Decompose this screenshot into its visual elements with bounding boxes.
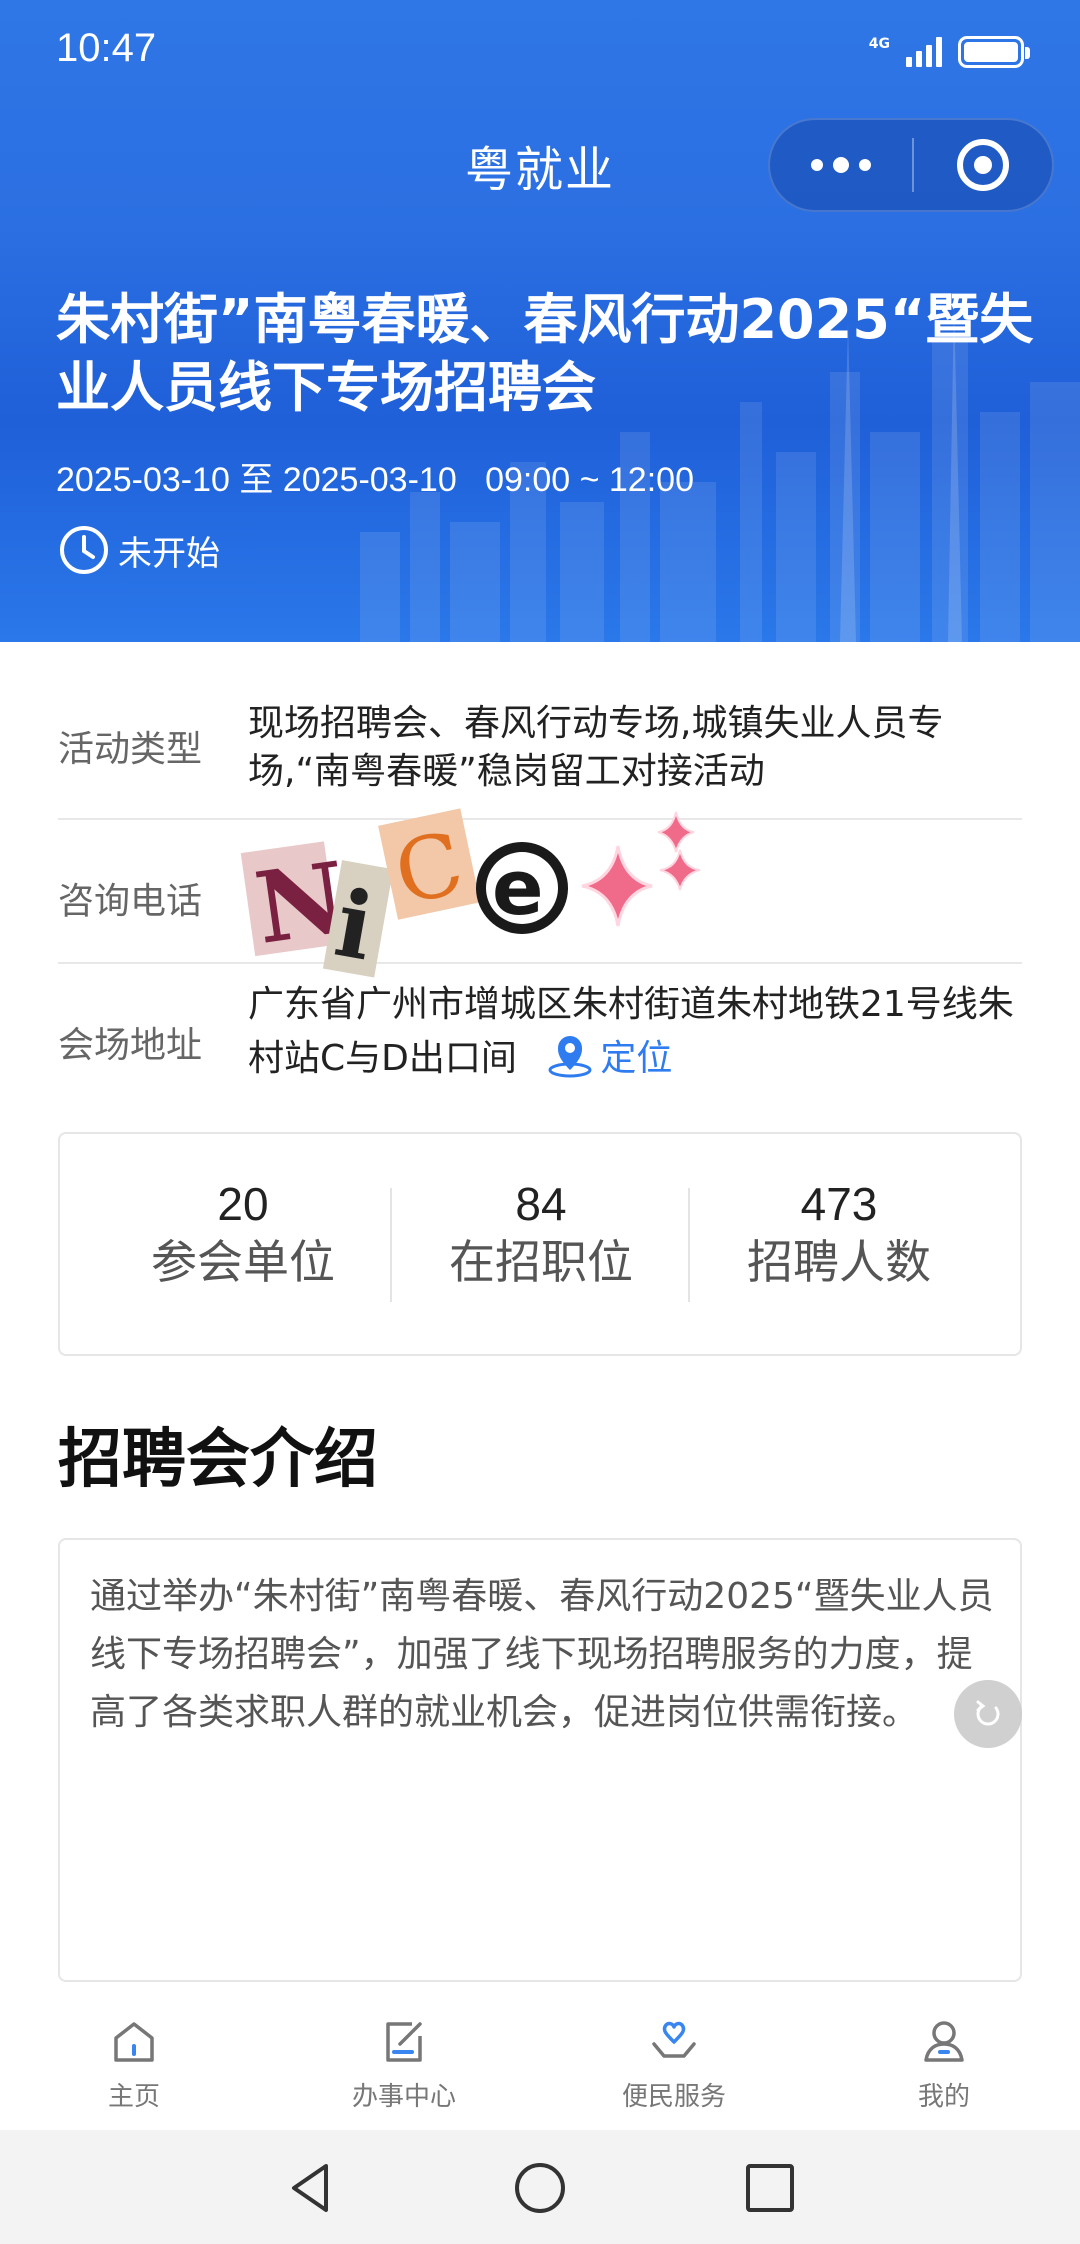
tab-label: 办事中心 [351,2082,456,2112]
intro-text: 通过举办“朱村街”南粤春暖、春风行动2025“暨失业人员线下专场招聘会”，加强了… [90,1576,994,1733]
stat-exhibitors: 20 参会单位 [94,1176,392,1292]
floating-refresh-button[interactable] [954,1680,1022,1748]
event-date: 2025-03-10 至 2025-03-10 09:00 ~ 12:00 [56,461,694,499]
stat-value: 473 [800,1178,878,1230]
tab-convenience-services[interactable]: 便民服务 [574,2016,774,2113]
system-navigation-bar [0,2130,1080,2244]
more-options-button[interactable] [770,120,912,210]
activity-type-value: 现场招聘会、春风行动专场,城镇失业人员专场,“南粤春暖”稳岗留工对接活动 [248,703,944,792]
location-pin-icon [548,1036,592,1078]
intro-box: 通过举办“朱村街”南粤春暖、春风行动2025“暨失业人员线下专场招聘会”，加强了… [58,1538,1022,1982]
nice-sticker-image: N i C e [240,808,701,978]
status-icons: 4G [868,30,1030,74]
status-time: 10:47 [56,26,157,70]
stat-label: 在招职位 [449,1235,633,1289]
stat-positions: 84 在招职位 [392,1176,690,1292]
bottom-tab-bar: 主页 办事中心 便民服务 我的 [0,1996,1080,2130]
phone-label: 咨询电话 [58,881,203,922]
tab-label: 便民服务 [621,2082,726,2112]
battery-icon [958,36,1030,68]
back-icon[interactable] [280,2160,340,2216]
clock-icon [60,526,108,574]
stat-label: 参会单位 [151,1235,335,1289]
stats-card: 20 参会单位 84 在招职位 473 招聘人数 [58,1132,1022,1356]
heart-hand-icon [652,2021,696,2058]
tab-service-center[interactable]: 办事中心 [304,2016,504,2113]
address-label: 会场地址 [58,1025,203,1066]
miniprogram-capsule [768,118,1054,212]
edit-icon [386,2022,422,2062]
tab-label: 我的 [917,2082,970,2112]
locate-button[interactable]: 定位 [546,1036,673,1079]
home-icon [114,2022,154,2062]
signal-icon [906,37,942,67]
intro-heading: 招聘会介绍 [58,1423,378,1497]
stat-value: 84 [515,1178,567,1230]
close-miniprogram-button[interactable] [914,120,1052,210]
activity-type-label: 活动类型 [58,729,203,770]
user-icon [924,2021,964,2062]
network-type: 4G [868,36,890,52]
refresh-icon [976,1700,1000,1726]
stat-headcount: 473 招聘人数 [690,1176,988,1292]
info-row-address: 会场地址 广东省广州市增城区朱村街道朱村地铁21号线朱村站C与D出口间 定位 [58,964,1022,1104]
locate-label: 定位 [600,1038,673,1079]
info-row-activity-type: 活动类型 现场招聘会、春风行动专场,城镇失业人员专场,“南粤春暖”稳岗留工对接活… [58,642,1022,820]
event-status-label: 未开始 [118,533,220,574]
event-status: 未开始 [58,524,220,576]
address-value: 广东省广州市增城区朱村街道朱村地铁21号线朱村站C与D出口间 定位 [248,978,1022,1086]
home-circle-icon[interactable] [510,2160,570,2216]
target-icon [957,139,1009,191]
tab-profile[interactable]: 我的 [844,2016,1044,2113]
header-banner: 10:47 4G 粤就业 朱村街”南粤春暖、春风行动2025“暨失业人员线下专场… [0,0,1080,642]
svg-text:e: e [492,843,544,932]
event-title: 朱村街”南粤春暖、春风行动2025“暨失业人员线下专场招聘会 [56,288,1034,419]
tab-label: 主页 [107,2082,160,2112]
stat-label: 招聘人数 [747,1235,931,1289]
tab-home[interactable]: 主页 [34,2016,234,2113]
status-bar: 10:47 4G [0,0,1080,100]
stat-value: 20 [217,1178,269,1230]
recents-icon[interactable] [740,2160,800,2216]
